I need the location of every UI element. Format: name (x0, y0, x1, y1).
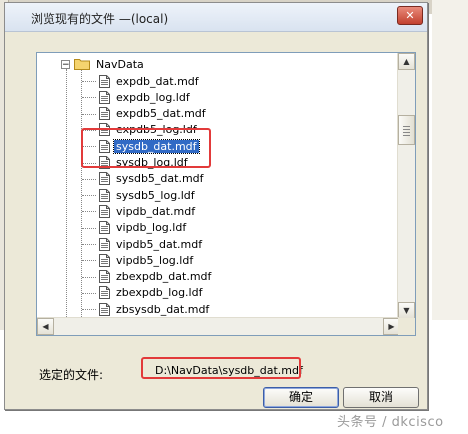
document-icon (99, 172, 110, 186)
file-name: vipdb5_log.ldf (116, 253, 194, 267)
file-name: zbsysdb_dat.mdf (116, 302, 210, 316)
document-icon (99, 107, 110, 121)
tree-file-item[interactable]: sysdb5_dat.mdf (82, 171, 206, 187)
scroll-corner (398, 318, 415, 335)
highlight-box-selected-path (141, 357, 301, 379)
document-icon (99, 270, 110, 284)
document-icon (99, 302, 110, 316)
tree-connector-line (82, 97, 96, 99)
scroll-up-button[interactable]: ▲ (398, 53, 415, 70)
tree-file-item[interactable]: sysdb5_log.ldf (82, 187, 197, 203)
title-bar[interactable]: 浏览现有的文件 —(local) ✕ (5, 3, 427, 32)
file-name: zbexpdb_log.ldf (116, 286, 203, 300)
tree-connector-line (82, 113, 96, 115)
horizontal-scrollbar[interactable]: ◀ ▶ (37, 317, 400, 335)
tree-guide-line (81, 69, 82, 329)
tree-connector-line (82, 178, 96, 180)
arrow-down-icon: ▼ (403, 306, 410, 315)
document-icon (99, 237, 110, 251)
ok-button[interactable]: 确定 (263, 387, 339, 408)
tree-file-item[interactable]: expdb5_dat.mdf (82, 106, 208, 122)
grip-line (403, 135, 410, 136)
grip-line (403, 132, 410, 133)
file-name: vipdb5_dat.mdf (116, 237, 203, 251)
document-icon (99, 253, 110, 267)
scroll-left-button[interactable]: ◀ (37, 318, 54, 335)
folder-open-icon (74, 59, 90, 70)
file-name: sysdb5_log.ldf (116, 188, 195, 202)
background-window-right-edge (432, 0, 468, 320)
tree-connector-line (82, 244, 96, 245)
tree-file-item[interactable]: zbexpdb_log.ldf (82, 285, 204, 301)
document-icon (99, 74, 110, 88)
folder-label: NavData (96, 57, 144, 71)
tree-file-item[interactable]: vipdb5_log.ldf (82, 252, 195, 268)
arrow-up-icon: ▲ (403, 57, 410, 66)
dialog-title: 浏览现有的文件 —(local) (31, 12, 169, 26)
tree-file-item[interactable]: expdb_log.ldf (82, 89, 192, 105)
cancel-button[interactable]: 取消 (343, 387, 419, 408)
tree-connector-line (82, 211, 96, 213)
tree-file-item[interactable]: vipdb_log.ldf (82, 220, 188, 236)
arrow-left-icon: ◀ (42, 322, 49, 331)
selected-file-label: 选定的文件: (39, 368, 104, 382)
scroll-thumb[interactable] (398, 115, 415, 145)
grip-line (403, 126, 410, 127)
tree-file-item[interactable]: zbexpdb_dat.mdf (82, 269, 213, 285)
tree-guide-line (66, 69, 67, 329)
close-button[interactable]: ✕ (397, 6, 423, 25)
file-name: zbexpdb_dat.mdf (116, 270, 212, 284)
document-icon (99, 221, 110, 235)
file-name: expdb_log.ldf (116, 90, 190, 104)
tree-connector-line (82, 260, 96, 262)
file-name: zbvipdb_dat.mdf (114, 335, 210, 336)
vertical-scrollbar[interactable]: ▲ ▼ (397, 53, 415, 319)
document-icon (99, 188, 110, 202)
scroll-down-button[interactable]: ▼ (398, 302, 415, 319)
document-icon (99, 204, 110, 218)
collapse-icon[interactable]: − (61, 59, 70, 69)
browse-file-dialog: 浏览现有的文件 —(local) ✕ − NavData expdb_dat.m… (4, 2, 428, 410)
file-name: vipdb_dat.mdf (116, 204, 196, 218)
tree-file-item[interactable]: vipdb5_dat.mdf (82, 236, 204, 252)
tree-connector-line (82, 81, 96, 82)
watermark: 头条号 / dkcisco (337, 415, 444, 430)
tree-connector-line (82, 276, 96, 278)
arrow-right-icon: ▶ (388, 322, 395, 331)
close-icon: ✕ (405, 9, 415, 22)
document-icon (99, 286, 110, 300)
file-name: vipdb_log.ldf (116, 221, 187, 235)
file-name: sysdb5_dat.mdf (116, 172, 204, 186)
tree-connector-line (82, 227, 96, 229)
file-tree-content: − NavData expdb_dat.mdf expdb_log.ldfexpd… (37, 53, 400, 332)
grip-line (403, 129, 410, 130)
tree-file-item[interactable]: expdb_dat.mdf (82, 73, 201, 89)
tree-connector-line (82, 292, 96, 294)
tree-file-item[interactable]: vipdb_dat.mdf (82, 203, 197, 219)
file-name: expdb_dat.mdf (116, 74, 199, 88)
file-name: expdb5_dat.mdf (116, 107, 206, 121)
document-icon (99, 90, 110, 104)
tree-connector-line (82, 309, 96, 311)
tree-file-item[interactable]: zbsysdb_dat.mdf (82, 301, 211, 317)
document-icon (99, 335, 110, 336)
file-tree[interactable]: − NavData expdb_dat.mdf expdb_log.ldfexpd… (36, 52, 416, 336)
highlight-box-selected-files (81, 128, 211, 168)
tree-folder-navdata[interactable]: − NavData (61, 56, 146, 72)
tree-connector-line (82, 195, 96, 197)
